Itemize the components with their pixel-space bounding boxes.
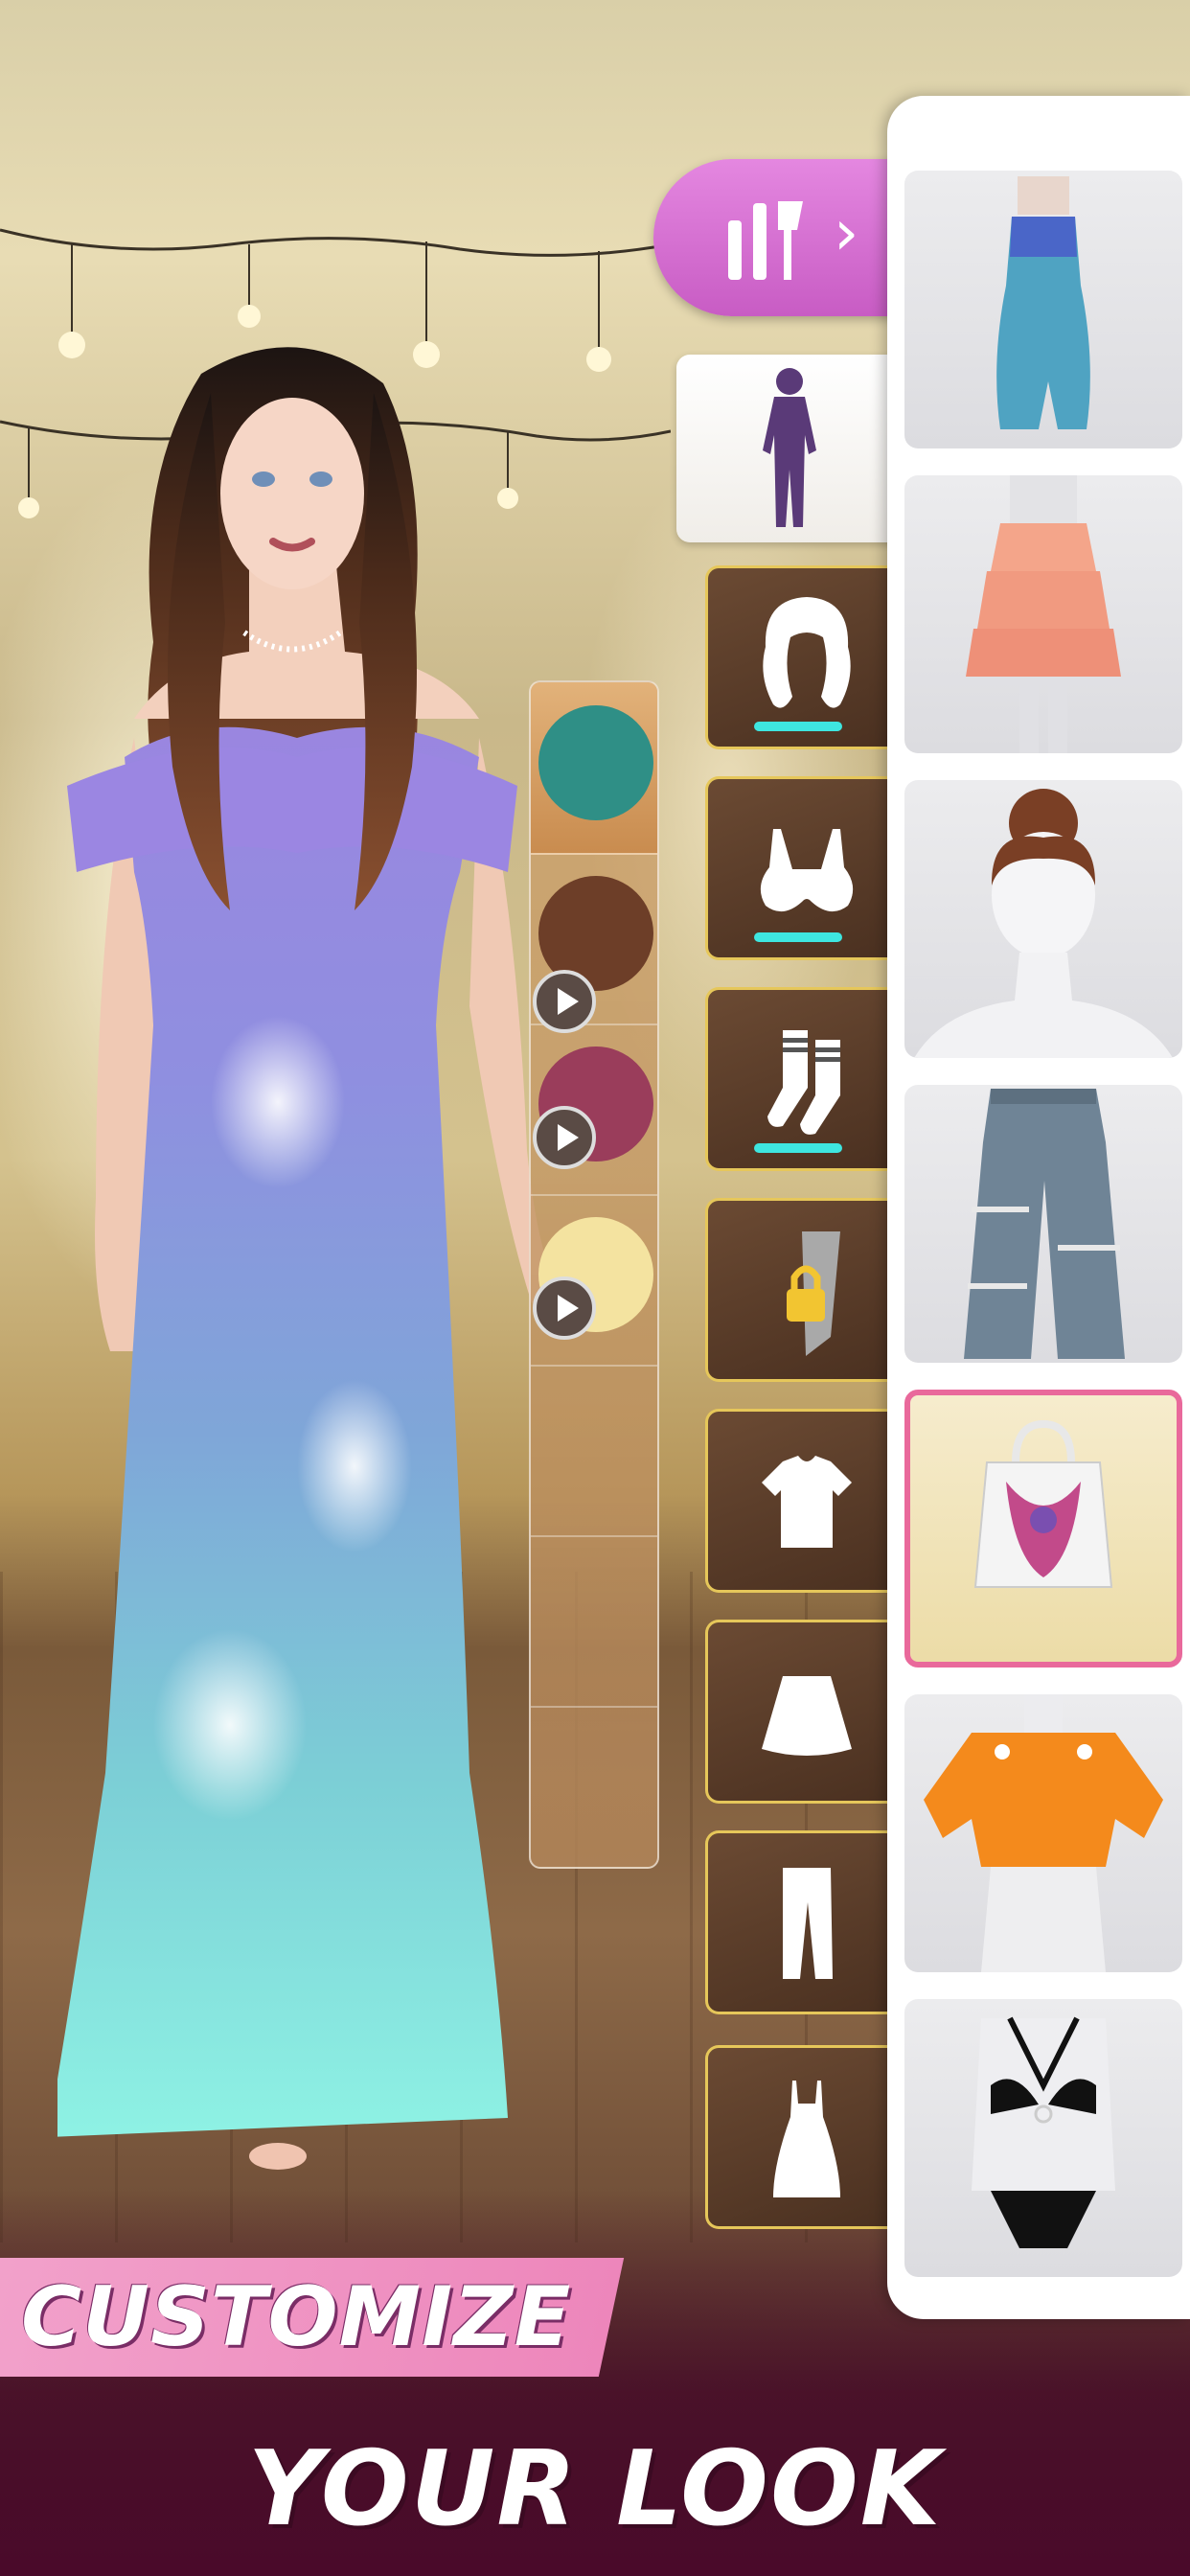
jeans-thumbnail — [964, 1089, 1125, 1359]
skirt-thumbnail — [966, 475, 1121, 753]
tools-icon — [728, 201, 803, 280]
item-black-strappy-bikini[interactable] — [904, 1999, 1182, 2277]
tshirt-icon — [762, 1456, 852, 1548]
category-hair[interactable] — [705, 565, 903, 749]
empty-swatch-slot — [531, 1365, 657, 1537]
item-distressed-jeans[interactable] — [904, 1085, 1182, 1363]
color-swatch-row[interactable] — [531, 1024, 657, 1196]
category-pants[interactable] — [705, 1830, 903, 2014]
color-swatch-row[interactable] — [531, 682, 657, 855]
item-peach-ruffle-skirt[interactable] — [904, 475, 1182, 753]
item-bun-hairstyle[interactable] — [904, 780, 1182, 1058]
category-socks[interactable] — [705, 987, 903, 1171]
empty-swatch-slot — [531, 1535, 657, 1708]
chevron-right-icon: › — [834, 196, 859, 269]
color-palette — [529, 680, 659, 1869]
body-silhouette-icon — [763, 368, 816, 527]
category-dresses[interactable] — [705, 2045, 903, 2229]
body-shape-button[interactable] — [676, 355, 903, 542]
item-orange-crop-top[interactable] — [904, 1694, 1182, 1972]
category-tops[interactable] — [705, 1409, 903, 1593]
skirt-icon — [762, 1676, 852, 1756]
category-skirts[interactable] — [705, 1620, 903, 1804]
watch-ad-play-icon[interactable] — [533, 1276, 596, 1340]
banner-subheadline: YOUR LOOK — [247, 2429, 943, 2549]
bra-icon — [760, 829, 854, 912]
color-swatch-row[interactable] — [531, 1194, 657, 1367]
selected-indicator — [754, 722, 842, 731]
category-toggle-button[interactable]: › — [653, 159, 903, 316]
pants-icon — [783, 1868, 833, 1979]
selected-indicator — [754, 932, 842, 942]
character-model[interactable] — [57, 335, 556, 2185]
dress-icon — [773, 2081, 840, 2197]
color-swatch[interactable] — [538, 705, 653, 820]
banner-headline: CUSTOMIZE — [21, 2269, 572, 2365]
empty-swatch-slot — [531, 1706, 657, 1867]
socks-icon — [767, 1030, 840, 1135]
item-embellished-handbag[interactable] — [904, 1390, 1182, 1668]
watch-ad-play-icon[interactable] — [533, 1106, 596, 1169]
dress-thumbnail — [996, 176, 1090, 429]
category-arm-accessory-locked[interactable] — [705, 1198, 903, 1382]
category-underwear-top[interactable] — [705, 776, 903, 960]
selected-indicator — [754, 1143, 842, 1153]
color-swatch-row[interactable] — [531, 853, 657, 1033]
items-panel — [887, 96, 1190, 2319]
arm-accessory-icon — [787, 1231, 840, 1356]
hair-thumbnail — [914, 789, 1173, 1058]
top-thumbnail — [924, 1694, 1163, 1972]
bikini-thumbnail — [972, 2016, 1115, 2248]
hair-icon — [763, 597, 851, 708]
item-sequin-wrap-dress[interactable] — [904, 171, 1182, 448]
handbag-thumbnail — [973, 1419, 1113, 1588]
